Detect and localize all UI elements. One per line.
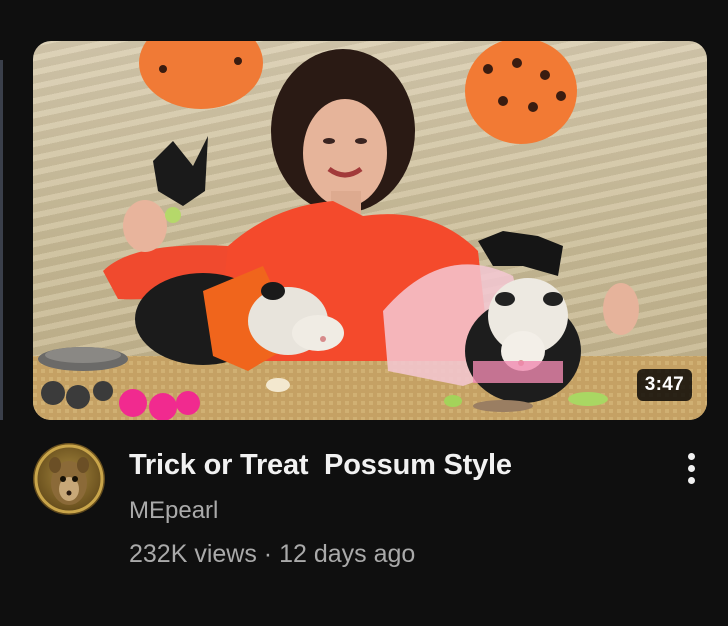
more-vertical-icon xyxy=(687,452,695,460)
more-actions-button[interactable] xyxy=(672,447,710,489)
view-count: 232K views xyxy=(129,540,257,568)
possum-avatar-icon xyxy=(34,444,104,514)
channel-avatar[interactable] xyxy=(33,443,105,515)
channel-name[interactable]: MEpearl xyxy=(129,497,218,525)
thumbnail-scene xyxy=(33,41,707,420)
video-metadata: 232K views · 12 days ago xyxy=(129,540,415,569)
video-title[interactable]: Trick or Treat Possum Style xyxy=(129,449,512,482)
adjacent-thumbnail-edge xyxy=(0,60,3,420)
upload-age: 12 days ago xyxy=(279,540,416,568)
metadata-separator: · xyxy=(256,540,280,568)
duration-badge: 3:47 xyxy=(636,369,692,401)
video-thumbnail[interactable]: 3:47 xyxy=(33,41,707,420)
